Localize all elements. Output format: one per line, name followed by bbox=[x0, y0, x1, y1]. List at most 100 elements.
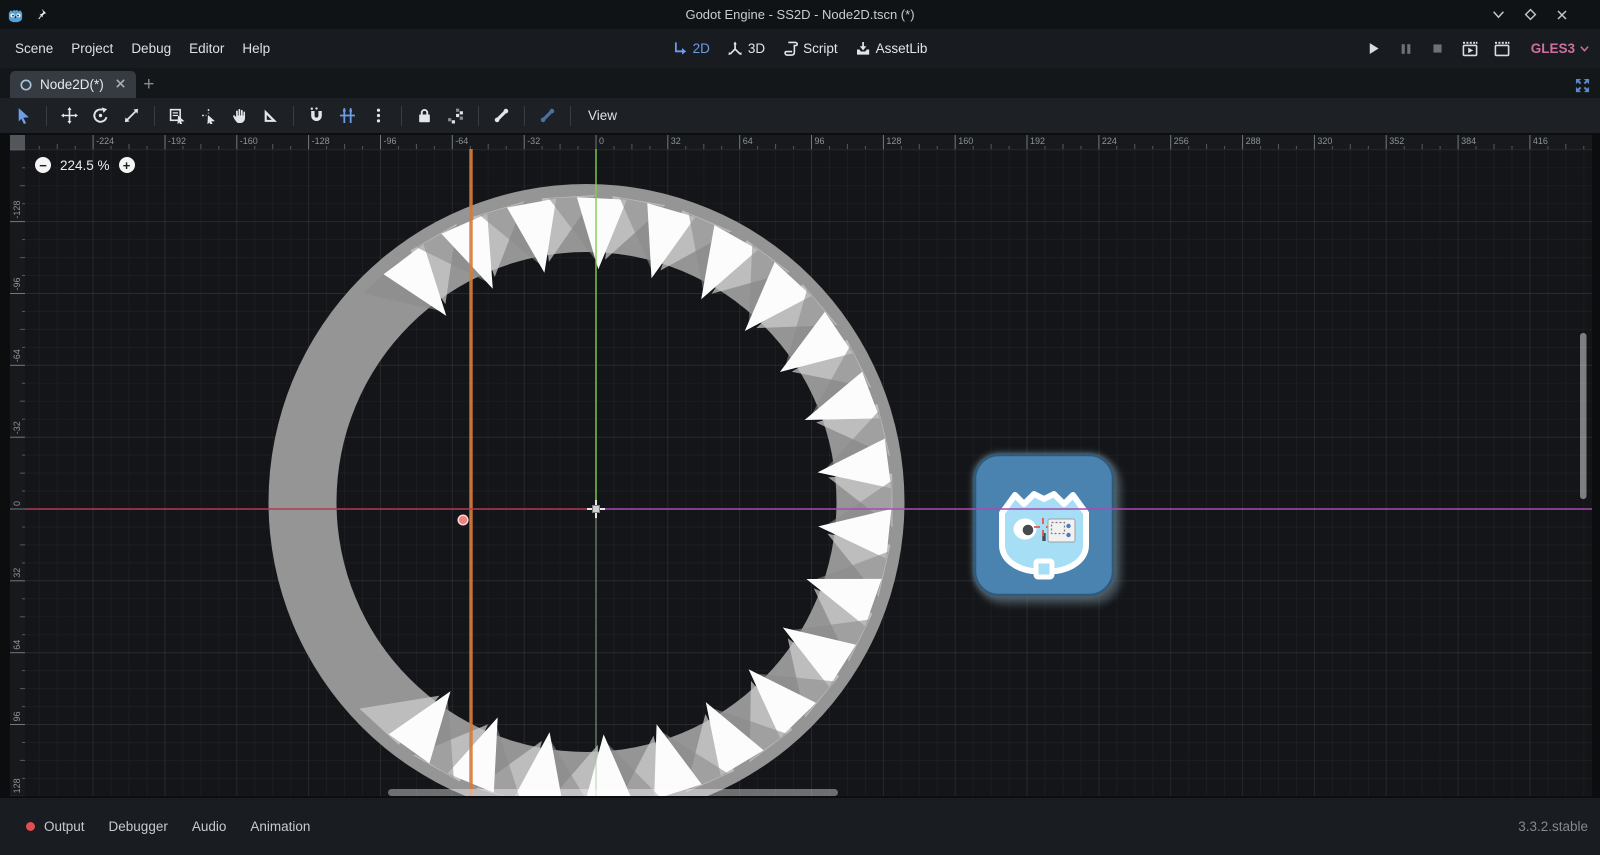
svg-text:-96: -96 bbox=[12, 277, 22, 290]
menu-help[interactable]: Help bbox=[233, 35, 279, 62]
bottom-tab-debugger[interactable]: Debugger bbox=[99, 814, 178, 839]
chevron-down-icon bbox=[1579, 43, 1590, 54]
svg-text:128: 128 bbox=[12, 778, 22, 793]
bone-icon[interactable] bbox=[488, 102, 515, 129]
svg-text:96: 96 bbox=[12, 711, 22, 721]
menu-editor[interactable]: Editor bbox=[180, 35, 233, 62]
svg-text:-160: -160 bbox=[240, 136, 258, 146]
zoom-in-button[interactable]: + bbox=[119, 157, 135, 173]
renderer-label: GLES3 bbox=[1531, 41, 1575, 56]
select-tool-icon[interactable] bbox=[10, 102, 37, 129]
mode-3d-button[interactable]: 3D bbox=[721, 36, 772, 61]
zoom-level[interactable]: 224.5 % bbox=[60, 158, 110, 173]
menu-bar: Scene Project Debug Editor Help 2D 3D bbox=[0, 29, 1600, 68]
svg-text:-32: -32 bbox=[527, 136, 540, 146]
menu-project[interactable]: Project bbox=[62, 35, 122, 62]
menu-scene[interactable]: Scene bbox=[6, 35, 62, 62]
svg-text:320: 320 bbox=[1317, 136, 1332, 146]
renderer-dropdown[interactable]: GLES3 bbox=[1531, 41, 1590, 56]
window-title: Godot Engine - SS2D - Node2D.tscn (*) bbox=[0, 7, 1600, 22]
svg-text:160: 160 bbox=[958, 136, 973, 146]
lock-icon[interactable] bbox=[411, 102, 438, 129]
play-custom-scene-button[interactable] bbox=[1491, 38, 1513, 60]
svg-text:-64: -64 bbox=[455, 136, 468, 146]
select-position-tool-icon[interactable] bbox=[195, 102, 222, 129]
ruler-tool-icon[interactable] bbox=[257, 102, 284, 129]
mode-2d-button[interactable]: 2D bbox=[666, 36, 717, 61]
expand-viewport-icon[interactable] bbox=[1575, 78, 1590, 93]
svg-text:-224: -224 bbox=[96, 136, 114, 146]
play-button[interactable] bbox=[1363, 38, 1385, 60]
svg-text:352: 352 bbox=[1389, 136, 1404, 146]
scene-tab-label: Node2D(*) bbox=[40, 77, 104, 92]
tab-close-icon[interactable] bbox=[115, 77, 126, 92]
mode-assetlib-button[interactable]: AssetLib bbox=[849, 36, 935, 61]
engine-version: 3.3.2.stable bbox=[1518, 819, 1588, 834]
godot-icon-sprite bbox=[975, 455, 1113, 595]
svg-text:224: 224 bbox=[1102, 136, 1117, 146]
view-menu[interactable]: View bbox=[578, 108, 627, 123]
bottom-tab-output[interactable]: Output bbox=[42, 814, 95, 839]
svg-text:0: 0 bbox=[599, 136, 604, 146]
v-scrollbar-thumb bbox=[1580, 333, 1587, 499]
pin-icon[interactable] bbox=[34, 8, 47, 21]
svg-text:64: 64 bbox=[743, 136, 753, 146]
move-tool-icon[interactable] bbox=[56, 102, 83, 129]
svg-text:288: 288 bbox=[1246, 136, 1261, 146]
svg-text:-128: -128 bbox=[12, 201, 22, 219]
title-bar: Godot Engine - SS2D - Node2D.tscn (*) bbox=[0, 0, 1600, 29]
zoom-widget: − 224.5 % + bbox=[35, 157, 135, 173]
rotate-tool-icon[interactable] bbox=[87, 102, 114, 129]
svg-text:128: 128 bbox=[886, 136, 901, 146]
scene-tab-bar: Node2D(*) + bbox=[0, 68, 1600, 98]
window-close-icon[interactable] bbox=[1554, 7, 1570, 23]
svg-text:384: 384 bbox=[1461, 136, 1476, 146]
svg-text:32: 32 bbox=[12, 568, 22, 578]
output-error-dot-icon bbox=[26, 822, 35, 831]
smart-snap-icon[interactable] bbox=[303, 102, 330, 129]
grid-snap-icon[interactable] bbox=[334, 102, 361, 129]
scale-tool-icon[interactable] bbox=[118, 102, 145, 129]
h-scrollbar-thumb bbox=[388, 789, 838, 796]
svg-text:192: 192 bbox=[1030, 136, 1045, 146]
canvas-2d-icon bbox=[673, 41, 688, 56]
svg-text:32: 32 bbox=[671, 136, 681, 146]
window-minimize-chevron-icon[interactable] bbox=[1490, 7, 1506, 23]
bottom-tab-audio[interactable]: Audio bbox=[182, 814, 237, 839]
zoom-out-button[interactable]: − bbox=[35, 157, 51, 173]
canvas-2d[interactable] bbox=[25, 149, 1592, 796]
ruler-corner bbox=[10, 135, 25, 149]
snap-options-icon[interactable] bbox=[365, 102, 392, 129]
window-maximize-diamond-icon[interactable] bbox=[1522, 7, 1538, 23]
svg-text:-128: -128 bbox=[312, 136, 330, 146]
godot-logo-icon bbox=[6, 5, 25, 24]
asset-download-icon bbox=[856, 41, 871, 56]
svg-text:0: 0 bbox=[12, 501, 22, 506]
shape-point-handle bbox=[458, 515, 468, 525]
play-scene-button[interactable] bbox=[1459, 38, 1481, 60]
horizontal-ruler: -224-192-160-128-96-64-32032649612816019… bbox=[25, 135, 1592, 149]
node2d-circle-icon bbox=[19, 78, 33, 92]
svg-text:-32: -32 bbox=[12, 421, 22, 434]
origin-gizmo bbox=[587, 500, 605, 518]
svg-text:-64: -64 bbox=[12, 349, 22, 362]
group-icon[interactable] bbox=[442, 102, 469, 129]
menu-debug[interactable]: Debug bbox=[122, 35, 180, 62]
mode-script-button[interactable]: Script bbox=[776, 36, 845, 61]
svg-text:-96: -96 bbox=[384, 136, 397, 146]
vertical-ruler: -128-96-64-320326496128 bbox=[10, 149, 25, 796]
add-scene-tab-button[interactable]: + bbox=[136, 72, 162, 98]
pan-tool-icon[interactable] bbox=[226, 102, 253, 129]
godot-editor-window: Godot Engine - SS2D - Node2D.tscn (*) Sc… bbox=[0, 0, 1600, 855]
pause-button[interactable] bbox=[1395, 38, 1417, 60]
2d-editor-viewport: -224-192-160-128-96-64-32032649612816019… bbox=[0, 133, 1600, 798]
scene-tab-node2d[interactable]: Node2D(*) bbox=[10, 71, 136, 98]
stop-button[interactable] bbox=[1427, 38, 1449, 60]
script-scroll-icon bbox=[783, 41, 798, 56]
list-select-tool-icon[interactable] bbox=[164, 102, 191, 129]
svg-text:256: 256 bbox=[1174, 136, 1189, 146]
bottom-tab-animation[interactable]: Animation bbox=[240, 814, 320, 839]
spatial-3d-icon bbox=[728, 41, 743, 56]
svg-text:96: 96 bbox=[815, 136, 825, 146]
ik-bone-icon[interactable] bbox=[534, 102, 561, 129]
